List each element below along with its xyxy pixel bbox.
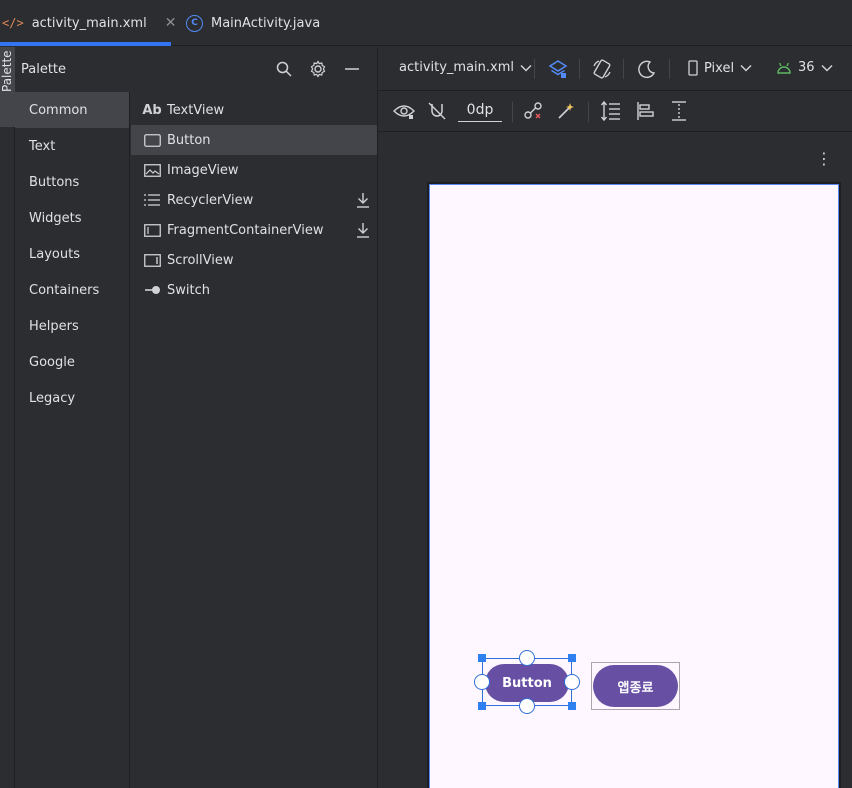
component-label: Switch [167, 282, 210, 298]
category-common[interactable]: Common [15, 92, 129, 128]
rotate-orientation-icon[interactable] [591, 58, 613, 80]
chevron-down-icon [740, 64, 752, 72]
exit-app-button[interactable]: 앱종료 [593, 665, 678, 707]
component-label: RecyclerView [167, 192, 254, 208]
chevron-down-icon [821, 64, 833, 72]
category-helpers[interactable]: Helpers [15, 308, 129, 344]
tool-window-stripe: Palette [0, 47, 15, 788]
android-icon [777, 62, 791, 74]
file-selector-dropdown[interactable]: activity_main.xml [399, 60, 532, 75]
palette-component-list: Ab TextView Button ImageView RecyclerVie… [131, 95, 378, 305]
category-layouts[interactable]: Layouts [15, 236, 129, 272]
category-widgets[interactable]: Widgets [15, 200, 129, 236]
exit-button-frame[interactable]: 앱종료 [591, 662, 680, 710]
design-canvas[interactable]: ⋮ Button 앱종료 [378, 133, 852, 788]
device-label: Pixel [704, 60, 735, 76]
selected-button-frame[interactable]: Button [474, 650, 580, 714]
category-buttons[interactable]: Buttons [15, 164, 129, 200]
component-scrollview[interactable]: ScrollView [131, 245, 378, 275]
fragment-icon [143, 223, 161, 237]
infer-constraints-icon[interactable] [555, 100, 577, 122]
design-toolbar: activity_main.xml Pixel 36 [378, 47, 852, 91]
layout-preview-screen[interactable]: Button 앱종료 [429, 184, 839, 788]
magnet-off-icon[interactable] [426, 100, 448, 122]
textview-icon: Ab [142, 102, 162, 118]
scrollview-icon [143, 253, 161, 267]
device-selector-dropdown[interactable]: Pixel [688, 60, 752, 76]
resize-handle-top-right[interactable] [568, 654, 576, 662]
xml-code-icon: </> [2, 16, 24, 30]
component-label: ScrollView [167, 252, 234, 268]
component-label: FragmentContainerView [167, 222, 324, 238]
more-options-icon[interactable]: ⋮ [816, 149, 832, 168]
file-selector-label: activity_main.xml [399, 60, 515, 75]
image-icon [143, 163, 161, 177]
chevron-down-icon [520, 64, 532, 72]
tab-label: activity_main.xml [31, 15, 147, 31]
active-tab-indicator [0, 42, 171, 46]
close-icon[interactable]: ✕ [165, 15, 177, 31]
editor-tab-bar: </> activity_main.xml ✕ C MainActivity.j… [0, 0, 852, 46]
java-class-icon: C [186, 14, 203, 32]
download-icon[interactable] [356, 222, 370, 242]
resize-handle-top-left[interactable] [478, 654, 486, 662]
component-switch[interactable]: Switch [131, 275, 378, 305]
search-icon[interactable] [274, 59, 294, 79]
tab-main-activity[interactable]: C MainActivity.java [186, 0, 320, 46]
palette-title: Palette [21, 61, 67, 77]
default-margin-field[interactable]: 0dp [458, 100, 502, 122]
palette-category-list: Common Text Buttons Widgets Layouts Cont… [15, 92, 130, 788]
tab-label: MainActivity.java [211, 15, 321, 31]
api-level-label: 36 [798, 60, 815, 75]
gear-icon[interactable] [308, 59, 328, 79]
night-mode-icon[interactable] [636, 58, 658, 80]
constraint-anchor-left[interactable] [474, 674, 490, 690]
phone-icon [688, 60, 698, 76]
palette-header: Palette [15, 47, 378, 91]
component-imageview[interactable]: ImageView [131, 155, 378, 185]
api-level-dropdown[interactable]: 36 [776, 60, 833, 75]
guidelines-icon[interactable] [668, 100, 690, 122]
component-recyclerview[interactable]: RecyclerView [131, 185, 378, 215]
button-icon [143, 133, 161, 147]
switch-icon [143, 283, 161, 297]
resize-handle-bottom-right[interactable] [568, 702, 576, 710]
resize-handle-bottom-left[interactable] [478, 702, 486, 710]
list-icon [143, 193, 161, 207]
pack-icon[interactable] [600, 100, 622, 122]
device-frame: Button 앱종료 [427, 182, 841, 788]
component-label: ImageView [167, 162, 239, 178]
palette-stripe-label: Palette [0, 50, 14, 92]
layers-icon[interactable] [547, 58, 569, 80]
component-label: TextView [167, 102, 225, 118]
constraint-anchor-bottom[interactable] [519, 698, 535, 714]
component-textview[interactable]: Ab TextView [131, 95, 378, 125]
minimize-icon[interactable] [342, 59, 362, 79]
layout-toolbar: 0dp [378, 92, 852, 132]
constraint-anchor-top[interactable] [519, 650, 535, 666]
download-icon[interactable] [356, 192, 370, 212]
category-text[interactable]: Text [15, 128, 129, 164]
component-button[interactable]: Button [131, 125, 378, 155]
component-fragmentcontainerview[interactable]: FragmentContainerView [131, 215, 378, 245]
component-label: Button [167, 132, 211, 148]
clear-constraints-icon[interactable] [522, 100, 544, 122]
button-widget[interactable]: Button [485, 664, 569, 702]
eye-icon[interactable] [393, 100, 415, 122]
category-google[interactable]: Google [15, 344, 129, 380]
tab-activity-main[interactable]: </> activity_main.xml ✕ [0, 0, 176, 46]
category-containers[interactable]: Containers [15, 272, 129, 308]
category-legacy[interactable]: Legacy [15, 380, 129, 416]
constraint-anchor-right[interactable] [564, 674, 580, 690]
align-icon[interactable] [634, 100, 656, 122]
